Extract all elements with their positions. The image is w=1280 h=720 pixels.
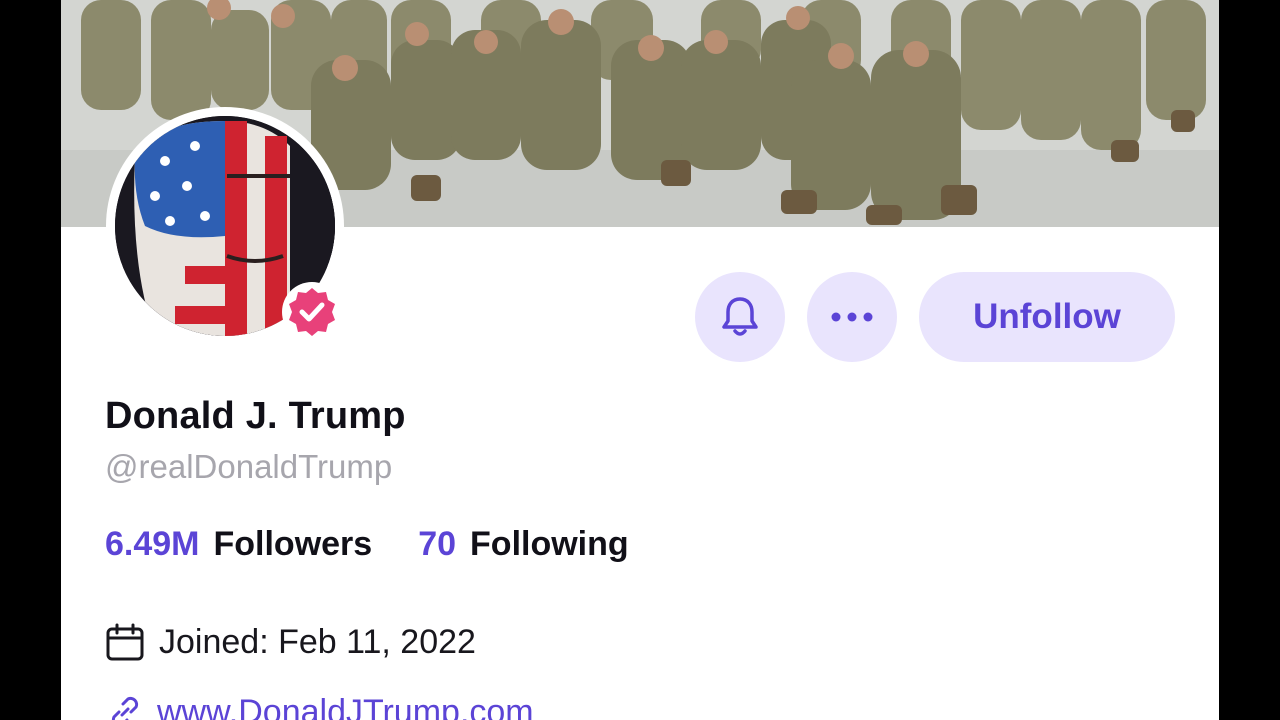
- display-name: Donald J. Trump: [105, 395, 406, 437]
- followers-label: Followers: [213, 525, 373, 563]
- link-icon: [111, 696, 139, 720]
- notifications-button[interactable]: [695, 272, 785, 362]
- more-options-button[interactable]: [807, 272, 897, 362]
- follow-stats: 6.49M Followers 70 Following: [105, 525, 629, 564]
- followers-stat[interactable]: 6.49M Followers: [105, 525, 372, 564]
- joined-date: Joined: Feb 11, 2022: [105, 622, 476, 662]
- verified-check-icon: [289, 288, 335, 336]
- bell-icon: [722, 297, 758, 336]
- following-stat[interactable]: 70 Following: [418, 525, 628, 564]
- following-count: 70: [418, 525, 457, 563]
- following-label: Following: [470, 525, 629, 563]
- user-handle: @realDonaldTrump: [105, 448, 393, 485]
- joined-text: Joined: Feb 11, 2022: [159, 622, 476, 661]
- followers-count: 6.49M: [105, 525, 200, 563]
- calendar-icon: [106, 623, 144, 661]
- verified-badge: [282, 282, 342, 342]
- ellipsis-icon: [831, 312, 873, 322]
- website-text[interactable]: www.DonaldJTrump.com: [157, 693, 534, 720]
- profile-screen: Unfollow Donald J. Trump @realDonaldTrum…: [61, 0, 1219, 720]
- website-link[interactable]: www.DonaldJTrump.com: [105, 692, 534, 720]
- unfollow-button[interactable]: Unfollow: [919, 272, 1175, 362]
